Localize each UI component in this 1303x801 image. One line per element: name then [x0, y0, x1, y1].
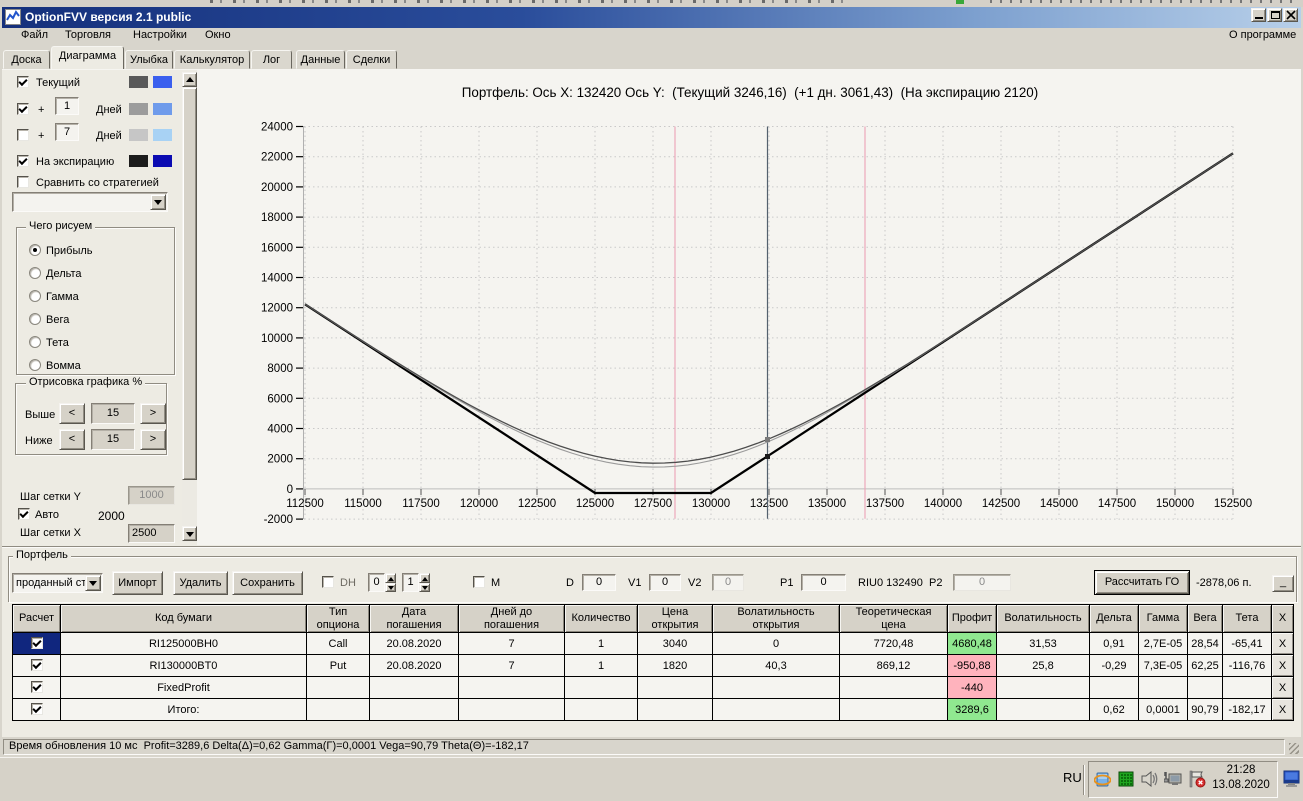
- svg-text:150000: 150000: [1156, 498, 1194, 510]
- svg-text:18000: 18000: [261, 212, 293, 224]
- svg-text:127500: 127500: [634, 498, 672, 510]
- svg-text:137500: 137500: [866, 498, 904, 510]
- svg-text:132500: 132500: [750, 498, 788, 510]
- svg-text:112500: 112500: [286, 498, 324, 510]
- svg-text:147500: 147500: [1098, 498, 1136, 510]
- svg-text:22000: 22000: [261, 152, 293, 164]
- svg-text:120000: 120000: [460, 498, 498, 510]
- svg-text:117500: 117500: [402, 498, 440, 510]
- svg-text:140000: 140000: [924, 498, 962, 510]
- svg-text:125000: 125000: [576, 498, 614, 510]
- svg-text:4000: 4000: [267, 424, 293, 436]
- svg-text:135000: 135000: [808, 498, 846, 510]
- svg-text:12000: 12000: [261, 303, 293, 315]
- svg-text:0: 0: [287, 484, 293, 496]
- svg-text:24000: 24000: [261, 122, 293, 134]
- svg-text:2000: 2000: [267, 454, 293, 466]
- svg-text:122500: 122500: [518, 498, 556, 510]
- svg-text:8000: 8000: [267, 363, 293, 375]
- svg-text:152500: 152500: [1214, 498, 1252, 510]
- svg-text:145000: 145000: [1040, 498, 1078, 510]
- svg-text:10000: 10000: [261, 333, 293, 345]
- svg-text:14000: 14000: [261, 273, 293, 285]
- svg-text:6000: 6000: [267, 393, 293, 405]
- svg-text:16000: 16000: [261, 242, 293, 254]
- svg-text:Портфель: Ось X: 132420 Ось Y:: Портфель: Ось X: 132420 Ось Y: (Текущий …: [462, 85, 1038, 100]
- svg-text:142500: 142500: [982, 498, 1020, 510]
- svg-text:115000: 115000: [344, 498, 382, 510]
- svg-text:130000: 130000: [692, 498, 730, 510]
- svg-text:20000: 20000: [261, 182, 293, 194]
- svg-text:-2000: -2000: [264, 514, 293, 526]
